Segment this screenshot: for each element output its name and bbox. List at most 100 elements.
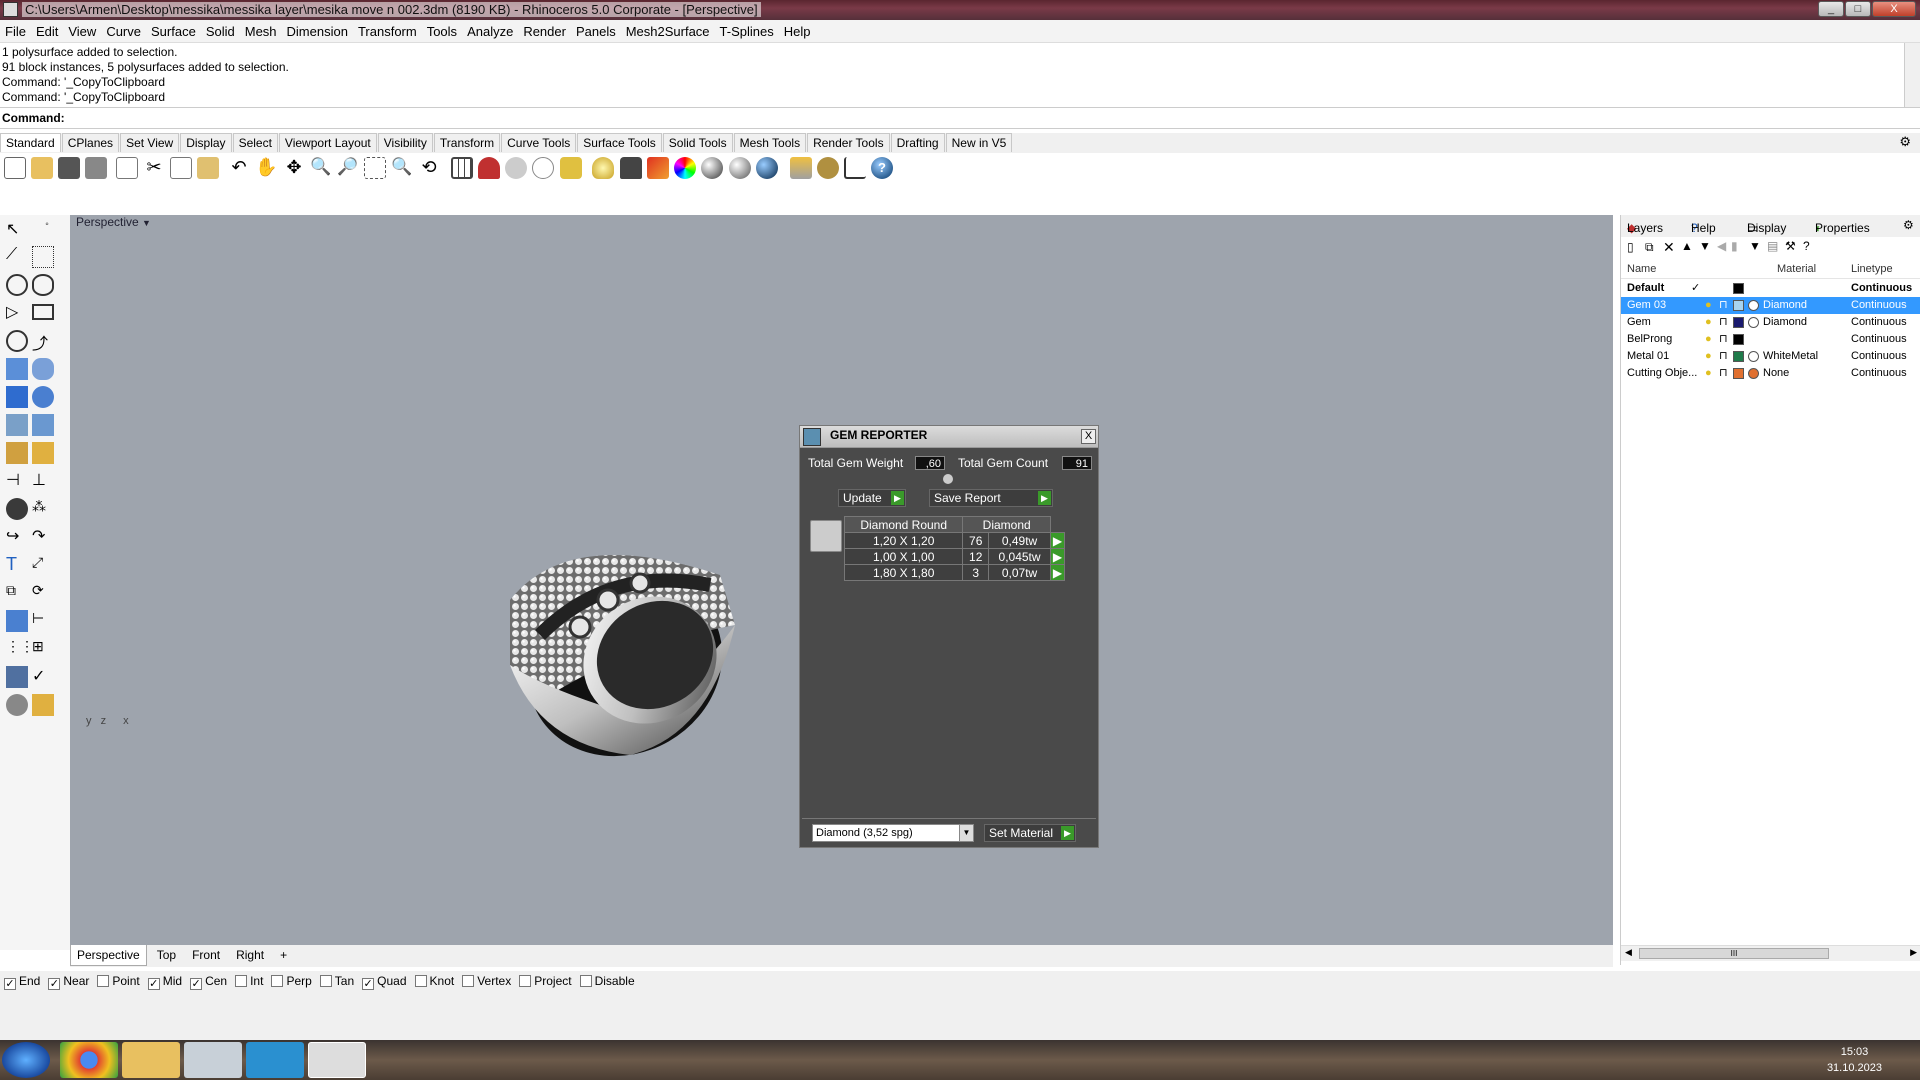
menu-dimension[interactable]: Dimension	[282, 20, 353, 43]
tab-display[interactable]: Display	[180, 133, 232, 152]
layer-help-icon[interactable]: ?	[1803, 239, 1810, 253]
gem-reporter-titlebar[interactable]: GEM REPORTER X	[800, 426, 1098, 448]
layer-material[interactable]: Diamond	[1763, 297, 1807, 314]
layer-row[interactable]: Gem ● ⊓ Diamond Continuous	[1621, 314, 1920, 331]
osnap-checkbox[interactable]	[579, 975, 592, 987]
group-icon[interactable]	[6, 498, 28, 520]
light-bulb-icon[interactable]: ●	[1705, 331, 1712, 348]
text-icon[interactable]: T	[6, 554, 28, 576]
osnap-end[interactable]: ✓ End	[4, 974, 40, 990]
undo-view-icon[interactable]: ⟲	[418, 157, 440, 179]
light-bulb-icon[interactable]: ●	[1705, 348, 1712, 365]
menu-render[interactable]: Render	[518, 20, 571, 43]
layer-color-swatch[interactable]	[1733, 351, 1744, 362]
shade-car-icon[interactable]	[478, 157, 500, 179]
unlock-icon[interactable]: ⊓	[1719, 331, 1728, 348]
osnap-checkbox[interactable]	[97, 975, 110, 987]
tab-drafting[interactable]: Drafting	[890, 133, 945, 152]
layer-material[interactable]: None	[1763, 365, 1789, 382]
osnap-mid[interactable]: ✓ Mid	[147, 974, 182, 990]
layer-name[interactable]: Gem 03	[1627, 297, 1666, 314]
panel-horizontal-scrollbar[interactable]: ◀ III ▶	[1621, 945, 1920, 961]
cage-edit-icon[interactable]	[6, 610, 28, 632]
osnap-checkbox[interactable]	[462, 975, 475, 987]
zoom-selected-icon[interactable]: 🔍	[391, 157, 413, 179]
rhino-app-icon[interactable]	[3, 2, 18, 17]
trim-icon[interactable]: ⊥	[32, 470, 54, 492]
new-file-icon[interactable]	[4, 157, 26, 179]
menu-solid[interactable]: Solid	[201, 20, 240, 43]
chamfer-icon[interactable]: ↷	[32, 526, 54, 548]
column-material[interactable]: Material	[1777, 263, 1816, 275]
point-icon[interactable]: ◦	[36, 219, 58, 241]
viewport-name[interactable]: Perspective	[76, 215, 139, 229]
material-icon[interactable]	[1748, 351, 1759, 362]
unlock-icon[interactable]: ⊓	[1719, 314, 1728, 331]
select-arrow-icon[interactable]: ↖	[6, 219, 28, 241]
options-gear-icon[interactable]	[817, 157, 839, 179]
circle-icon[interactable]	[6, 274, 28, 296]
explode-icon[interactable]: ⁂	[32, 498, 54, 520]
move-parent-icon[interactable]: ◀	[1717, 239, 1726, 253]
environment-sphere-icon[interactable]	[756, 157, 778, 179]
set-material-button[interactable]: Set Material ▶	[984, 824, 1076, 842]
column-name[interactable]: Name	[1627, 263, 1656, 275]
light-bulb-icon[interactable]: ●	[1705, 297, 1712, 314]
save-icon[interactable]	[58, 157, 80, 179]
paste-icon[interactable]	[197, 157, 219, 179]
tab-cplanes[interactable]: CPlanes	[61, 133, 120, 152]
zoom-extents-icon[interactable]	[364, 157, 386, 179]
update-button[interactable]: Update ▶	[838, 489, 906, 507]
extrude-icon[interactable]	[6, 414, 28, 436]
light-bulb-icon[interactable]: ●	[1705, 365, 1712, 382]
tab-right[interactable]: Right	[230, 945, 270, 965]
layer-current-check[interactable]: ✓	[1691, 280, 1700, 297]
light-bulb-icon[interactable]: ●	[1705, 314, 1712, 331]
tab-surface-tools[interactable]: Surface Tools	[577, 133, 662, 152]
box-solid-icon[interactable]	[6, 386, 28, 408]
history-icon[interactable]	[6, 694, 28, 716]
move-child-icon[interactable]: ▮	[1731, 239, 1738, 253]
column-linetype[interactable]: Linetype	[1851, 263, 1893, 275]
chrome-taskbar-icon[interactable]	[60, 1042, 118, 1078]
osnap-checkbox[interactable]: ✓	[190, 978, 203, 990]
select-row-button[interactable]: ▶	[1050, 564, 1065, 581]
fillet-icon[interactable]: ↪	[6, 526, 28, 548]
osnap-vertex[interactable]: Vertex	[462, 974, 511, 988]
osnap-checkbox[interactable]	[519, 975, 532, 987]
material-select[interactable]: Diamond (3,52 spg) ▼	[812, 824, 974, 842]
scroll-left-icon[interactable]: ◀	[1625, 947, 1632, 958]
ellipse-icon[interactable]	[32, 274, 54, 296]
open-file-icon[interactable]	[31, 157, 53, 179]
clock[interactable]: 15:03 31.10.2023	[1827, 1044, 1882, 1076]
layer-linetype[interactable]: Continuous	[1851, 280, 1912, 297]
menu-mesh2surface[interactable]: Mesh2Surface	[621, 20, 715, 43]
minimize-button[interactable]: _	[1818, 1, 1844, 17]
material-icon[interactable]	[1748, 368, 1759, 379]
block-icon[interactable]: ⊞	[32, 638, 54, 660]
layer-row[interactable]: Gem 03 ● ⊓ Diamond Continuous	[1621, 297, 1920, 314]
tab-standard[interactable]: Standard	[0, 133, 61, 152]
scroll-thumb[interactable]: III	[1639, 948, 1829, 959]
polygon-icon[interactable]: ▷	[6, 302, 28, 324]
vray-taskbar-icon[interactable]	[246, 1042, 304, 1078]
light-bulb-icon[interactable]	[592, 157, 614, 179]
tab-top[interactable]: Top	[151, 945, 182, 965]
delete-layer-icon[interactable]: ✕	[1663, 239, 1675, 256]
gumball-icon[interactable]	[32, 694, 54, 716]
menu-mesh[interactable]: Mesh	[240, 20, 282, 43]
color-wheel-icon[interactable]	[674, 157, 696, 179]
curve-icon[interactable]: ⤴	[32, 330, 54, 353]
tab-render-tools[interactable]: Render Tools	[807, 133, 890, 152]
layer-name[interactable]: Cutting Obje...	[1627, 365, 1697, 382]
new-sublayer-icon[interactable]: ⧉	[1645, 240, 1654, 255]
layer-name[interactable]: Gem	[1627, 314, 1651, 331]
import-icon[interactable]	[116, 157, 138, 179]
layer-linetype[interactable]: Continuous	[1851, 331, 1907, 348]
tab-mesh-tools[interactable]: Mesh Tools	[733, 133, 807, 152]
select-filter-icon[interactable]	[505, 157, 527, 179]
history-scrollbar[interactable]	[1904, 43, 1920, 107]
osnap-near[interactable]: ✓ Near	[48, 974, 89, 990]
grid-icon[interactable]	[451, 157, 473, 179]
rectangle-icon[interactable]	[32, 304, 54, 320]
